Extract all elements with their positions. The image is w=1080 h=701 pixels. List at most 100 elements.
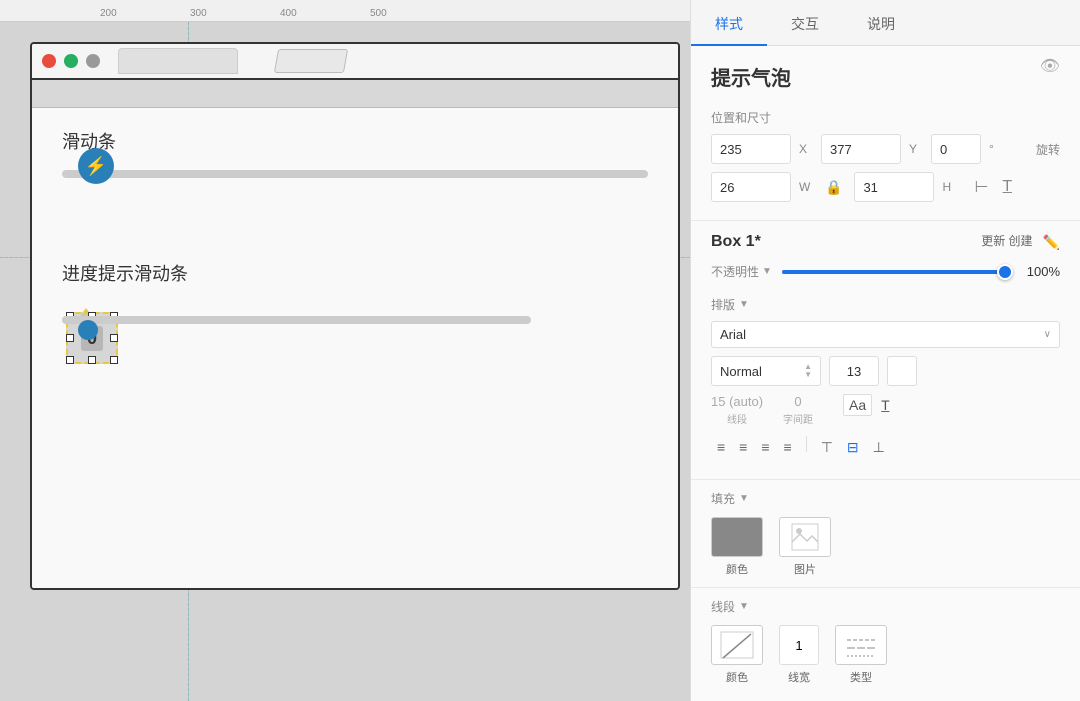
browser-minimize-btn[interactable] <box>86 54 100 68</box>
strikethrough-icon[interactable]: T̲ <box>876 395 895 415</box>
right-panel: 样式 交互 说明 提示气泡 👁 位置和尺寸 X Y ° 旋转 <box>690 0 1080 701</box>
line-options: 颜色 1 线宽 类型 <box>711 625 1060 685</box>
handle-bl[interactable] <box>66 356 74 364</box>
ruler-tick-400: 400 <box>280 8 297 19</box>
line-width-value: 1 <box>795 638 802 653</box>
canvas-content: 滑动条 ⚡ 进度提示滑动条 <box>0 22 690 701</box>
h-label: H <box>942 180 956 194</box>
line-section: 线段 ▼ 颜色 1 线宽 <box>691 588 1080 695</box>
line-width-label: 线宽 <box>788 669 810 685</box>
slider-container: ⚡ <box>62 170 648 220</box>
x-input[interactable] <box>711 134 791 164</box>
slider-thumb[interactable]: ⚡ <box>78 148 114 184</box>
edit-component-icon[interactable]: ✏️ <box>1043 234 1060 251</box>
opacity-thumb[interactable] <box>997 264 1013 280</box>
align-icon[interactable]: ⊢ <box>974 177 988 197</box>
opacity-value: 100% <box>1015 264 1060 279</box>
tab-interaction[interactable]: 交互 <box>767 4 843 46</box>
fill-section: 填充 ▼ 颜色 图片 <box>691 480 1080 588</box>
opacity-chevron: ▼ <box>762 266 772 277</box>
font-family-chevron: ∨ <box>1044 329 1051 340</box>
browser-maximize-btn[interactable] <box>64 54 78 68</box>
align-justify-btn[interactable]: ≡ <box>778 436 798 459</box>
rotate-label: 旋转 <box>1036 141 1060 158</box>
letter-spacing-value: 0 <box>794 394 801 409</box>
fill-image-swatch[interactable] <box>779 517 831 557</box>
fill-image-option: 图片 <box>779 517 831 577</box>
browser-tab-active[interactable] <box>274 49 348 73</box>
xy-row: X Y ° 旋转 <box>711 134 1060 164</box>
divider <box>806 436 807 452</box>
component-section: Box 1* 更新 创建 ✏️ <box>691 221 1080 255</box>
handle-br[interactable] <box>110 356 118 364</box>
align-bottom-btn[interactable]: ⊥ <box>867 436 891 459</box>
fill-color-swatch[interactable] <box>711 517 763 557</box>
font-color-swatch[interactable] <box>887 356 917 386</box>
browser-close-btn[interactable] <box>42 54 56 68</box>
lightning-icon: ⚡ <box>85 156 107 177</box>
degree-input[interactable] <box>931 134 981 164</box>
line-type-swatch[interactable] <box>835 625 887 665</box>
line-color-swatch[interactable] <box>711 625 763 665</box>
fill-image-label: 图片 <box>794 561 816 577</box>
fill-label: 填充 ▼ <box>711 490 1060 507</box>
w-input[interactable] <box>711 172 791 202</box>
font-family-select[interactable]: Arial ∨ <box>711 321 1060 348</box>
line-type-label: 类型 <box>850 669 872 685</box>
align-right-btn[interactable]: ≡ <box>755 436 775 459</box>
slider-track[interactable]: ⚡ <box>62 170 648 178</box>
progress-section: 进度提示滑动条 0 <box>62 260 648 396</box>
typography-section: 排版 ▼ Arial ∨ Normal ▲ ▼ <box>691 288 1080 480</box>
y-input[interactable] <box>821 134 901 164</box>
letter-spacing-item: 0 字间距 <box>783 394 813 426</box>
wh-row: W 🔒 H ⊢ T̲ <box>711 172 1060 202</box>
uppercase-icon[interactable]: Aa <box>843 394 872 416</box>
align-center-btn[interactable]: ≡ <box>733 436 753 459</box>
y-label: Y <box>909 142 923 156</box>
browser-titlebar <box>32 44 678 80</box>
opacity-label: 不透明性 ▼ <box>711 263 772 280</box>
font-style-select[interactable]: Normal ▲ ▼ <box>711 356 821 386</box>
browser-tab-main[interactable] <box>118 48 238 74</box>
position-label: 位置和尺寸 <box>711 109 1060 126</box>
align-middle-btn[interactable]: ⊟ <box>841 436 865 459</box>
h-input[interactable] <box>854 172 934 202</box>
typography-label: 排版 ▼ <box>711 296 1060 313</box>
opacity-slider[interactable] <box>782 270 1005 274</box>
typography-chevron: ▼ <box>739 299 749 310</box>
panel-tabs: 样式 交互 说明 <box>691 0 1080 46</box>
progress-track[interactable] <box>62 316 531 324</box>
handle-lm[interactable] <box>66 334 74 342</box>
panel-content: 提示气泡 👁 位置和尺寸 X Y ° 旋转 W 🔒 <box>691 46 1080 701</box>
letter-spacing-label: 字间距 <box>783 411 813 426</box>
x-label: X <box>799 142 813 156</box>
fill-color-label: 颜色 <box>726 561 748 577</box>
handle-bm[interactable] <box>88 356 96 364</box>
font-size-input[interactable] <box>829 356 879 386</box>
line-chevron: ▼ <box>739 601 749 612</box>
align-top-btn[interactable]: ⊤ <box>815 436 839 459</box>
visibility-icon[interactable]: 👁 <box>1040 56 1060 76</box>
progress-thumb[interactable] <box>78 320 98 340</box>
update-create-btn[interactable]: 更新 创建 <box>981 234 1032 250</box>
align-left-btn[interactable]: ≡ <box>711 436 731 459</box>
progress-filled <box>62 316 156 324</box>
font-style-spinner[interactable]: ▲ ▼ <box>804 363 812 379</box>
browser-toolbar <box>32 80 678 108</box>
tab-style[interactable]: 样式 <box>691 4 767 46</box>
ruler-tick-300: 300 <box>190 8 207 19</box>
ruler: 200 300 400 500 <box>0 0 690 22</box>
slider-section: 滑动条 ⚡ <box>62 128 648 220</box>
opacity-section: 不透明性 ▼ 100% <box>691 255 1080 288</box>
progress-label: 进度提示滑动条 <box>62 260 648 286</box>
tab-description[interactable]: 说明 <box>843 4 919 46</box>
text-case-icons: Aa T̲ <box>843 394 895 416</box>
canvas-body: 滑动条 ⚡ 进度提示滑动条 <box>32 108 678 588</box>
opacity-fill <box>782 270 1005 274</box>
line-width-input[interactable]: 1 <box>779 625 819 665</box>
lock-icon[interactable]: 🔒 <box>825 179 842 196</box>
handle-rm[interactable] <box>110 334 118 342</box>
progress-slider-container: 0 <box>62 316 648 396</box>
ruler-tick-500: 500 <box>370 8 387 19</box>
baseline-icon[interactable]: T̲ <box>1002 178 1012 196</box>
